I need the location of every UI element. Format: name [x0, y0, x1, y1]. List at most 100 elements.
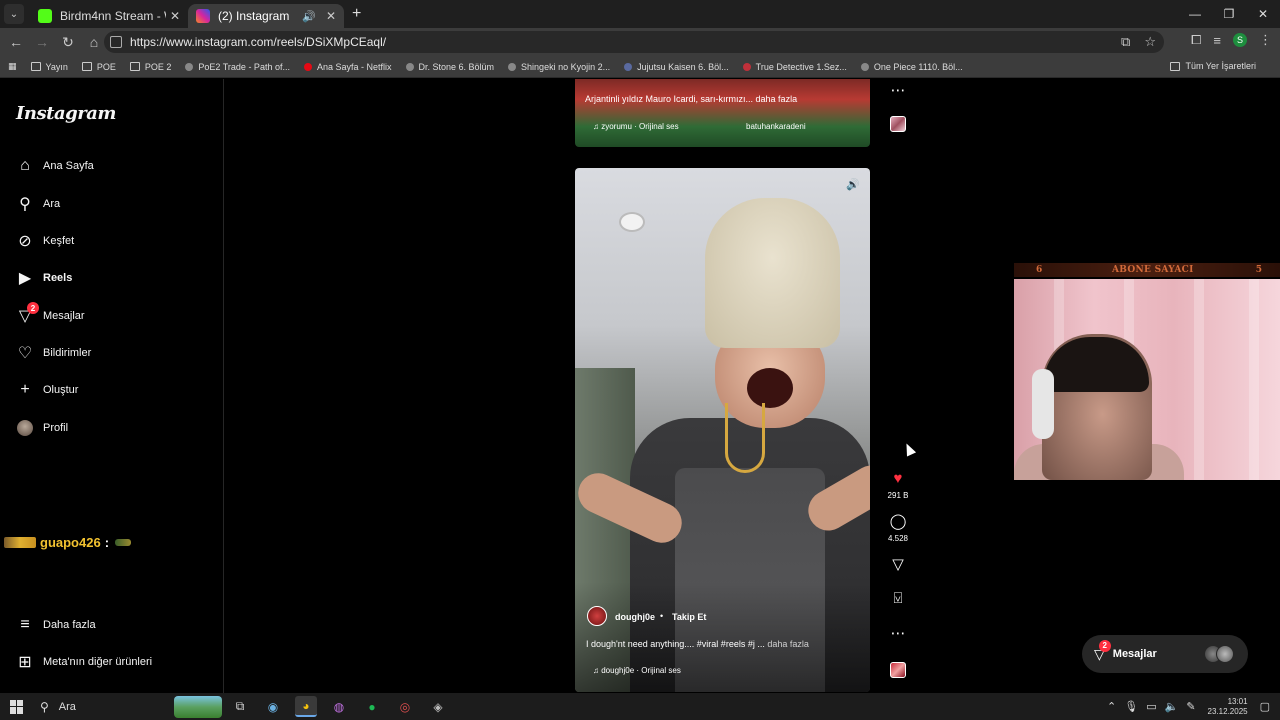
show-hidden-icons-icon[interactable]: ⌃	[1107, 700, 1116, 713]
clock[interactable]: 13:01 23.12.2025	[1208, 697, 1248, 717]
nav-reels[interactable]: ▶ Reels	[16, 269, 73, 287]
messages-pill[interactable]: ▽ 2 Mesajlar	[1082, 635, 1248, 673]
nav-messages[interactable]: ▽ 2 Mesajlar	[16, 302, 85, 325]
more-options-icon[interactable]: ⋯	[880, 83, 916, 101]
reel-overlay	[575, 582, 870, 692]
caption-text: I dough'nt need anything.... #viral #ree…	[586, 639, 765, 649]
bookmark-label: PoE2 Trade - Path of...	[198, 61, 290, 72]
bookmark-link[interactable]: One Piece 1110. Böl...	[860, 62, 963, 72]
bookmark-link[interactable]: Jujutsu Kaisen 6. Böl...	[624, 62, 729, 72]
spotify-icon[interactable]: ●	[361, 696, 383, 717]
address-bar[interactable]: https://www.instagram.com/reels/DSiXMpCE…	[104, 31, 1164, 53]
new-tab-icon[interactable]: +	[352, 5, 361, 23]
home-icon[interactable]: ⌂	[82, 34, 106, 50]
nav-notifications[interactable]: ♡ Bildirimler	[16, 344, 91, 362]
nav-create[interactable]: + Oluştur	[16, 381, 78, 399]
windows-start-icon[interactable]	[10, 699, 24, 714]
bookmark-link[interactable]: PoE2 Trade - Path of...	[185, 62, 290, 72]
more-options-icon[interactable]: ⋯	[880, 626, 916, 644]
comment-button[interactable]: ◯ 4.528	[880, 514, 916, 544]
reel-caption: Arjantinli yıldız Mauro Icardi, sarı-kır…	[585, 94, 798, 104]
instagram-logo[interactable]: Instagram	[16, 103, 116, 124]
bookmark-star-icon[interactable]: ☆	[1144, 34, 1156, 50]
previous-reel[interactable]: Arjantinli yıldız Mauro Icardi, sarı-kır…	[575, 79, 870, 147]
site-favicon-icon	[742, 62, 751, 71]
cast-icon[interactable]: ⧉	[1121, 34, 1130, 50]
restore-icon[interactable]: ❐	[1212, 0, 1246, 28]
system-tray: ⌃ 🎙 ▭ 🔈 ✎ 13:01 23.12.2025 ▢	[1107, 693, 1280, 720]
extensions-icon[interactable]: ⧠	[1191, 32, 1201, 48]
bookmark-folder[interactable]: Yayın	[30, 62, 68, 72]
headset-icon	[1032, 369, 1054, 439]
media-control-icon[interactable]: ≡	[1213, 33, 1221, 48]
close-tab-icon[interactable]: ✕	[326, 9, 336, 23]
reel-video[interactable]: 🔊 doughj0e • Takip Et I dough'nt need an…	[575, 168, 870, 692]
share-button[interactable]: ▽	[880, 557, 916, 575]
nav-search[interactable]: ⚲ Ara	[16, 195, 60, 213]
reel-audio[interactable]: ♫ doughj0e · Orijinal ses	[593, 666, 681, 675]
nav-more[interactable]: ≡ Daha fazla	[16, 616, 96, 634]
site-favicon-icon	[405, 62, 414, 71]
notifications-icon[interactable]: ▢	[1260, 700, 1270, 713]
chat-emote-icon	[115, 539, 132, 546]
task-view-icon[interactable]: ⧉	[229, 696, 251, 717]
steam-icon[interactable]: ◉	[262, 696, 284, 717]
like-button[interactable]: ♥ 291 B	[880, 471, 916, 501]
nav-profile[interactable]: Profil	[16, 419, 68, 437]
bookmark-folder[interactable]: POE 2	[129, 62, 171, 72]
tab-instagram[interactable]: (2) Instagram 🔊 ✕	[188, 4, 344, 28]
bookmark-folder[interactable]: POE	[81, 62, 116, 72]
nav-label: Daha fazla	[43, 619, 96, 631]
bookmark-link[interactable]: Ana Sayfa - Netflix	[303, 62, 392, 72]
reload-icon[interactable]: ↻	[56, 34, 80, 51]
menu-icon[interactable]: ⋮	[1259, 32, 1272, 48]
minimize-icon[interactable]: —	[1178, 0, 1212, 28]
reel-author-avatar[interactable]	[587, 606, 607, 626]
nav-label: Ara	[43, 198, 61, 210]
previous-reel-audio-thumb[interactable]	[880, 116, 916, 132]
taskbar-search[interactable]: ⚲ Ara	[32, 695, 222, 718]
apps-icon[interactable]: ▦	[8, 61, 17, 72]
nav-explore[interactable]: ⊘ Keşfet	[16, 232, 74, 250]
close-window-icon[interactable]: ✕	[1246, 0, 1280, 28]
back-icon[interactable]: ←	[4, 34, 28, 50]
forward-icon[interactable]: →	[30, 34, 54, 50]
pen-icon[interactable]: ✎	[1186, 700, 1195, 713]
save-button[interactable]: ⍌	[880, 591, 916, 609]
home-icon: ⌂	[20, 157, 30, 174]
microphone-icon[interactable]: 🎙	[1124, 700, 1138, 713]
app-icon[interactable]: ◈	[427, 696, 449, 717]
bookmark-label: Dr. Stone 6. Bölüm	[418, 61, 495, 72]
nav-meta-products[interactable]: ⊞ Meta'nın diğer ürünleri	[16, 653, 152, 671]
tab-search-icon[interactable]: ⌄	[4, 4, 24, 24]
streamer-webcam	[1014, 279, 1280, 480]
caption-more-link[interactable]: daha fazla	[767, 639, 809, 649]
tab-title: (2) Instagram	[218, 9, 290, 23]
chrome-icon[interactable]: ◕	[295, 696, 317, 717]
nav-label: Oluştur	[43, 384, 79, 396]
nav-home[interactable]: ⌂ Ana Sayfa	[16, 157, 94, 175]
follow-button[interactable]: Takip Et	[672, 612, 706, 622]
discord-icon[interactable]: ◍	[328, 696, 350, 717]
network-icon[interactable]: ▭	[1146, 700, 1156, 713]
bookmark-label: True Detective 1.Sez...	[755, 61, 847, 72]
bookmark-link[interactable]: True Detective 1.Sez...	[742, 61, 847, 72]
messenger-icon: ▽ 2	[1094, 639, 1111, 663]
profile-avatar[interactable]: S	[1233, 33, 1247, 47]
notification-badge: 2	[1098, 639, 1111, 652]
reel-username[interactable]: batuhankaradeni	[746, 122, 806, 131]
bookmark-link[interactable]: Shingeki no Kyojin 2...	[508, 62, 610, 72]
close-tab-icon[interactable]: ✕	[170, 9, 180, 23]
volume-icon[interactable]: 🔊	[844, 176, 862, 194]
audio-playing-icon[interactable]: 🔊	[302, 10, 316, 23]
volume-icon[interactable]: 🔈	[1165, 700, 1179, 713]
bookmark-link[interactable]: Dr. Stone 6. Bölüm	[405, 61, 495, 72]
reel-audio[interactable]: ♫ zyorumu · Orijinal ses	[593, 122, 679, 131]
site-info-icon[interactable]	[110, 36, 122, 48]
audio-thumbnail[interactable]	[880, 662, 916, 678]
all-bookmarks-folder[interactable]: Tüm Yer İşaretleri	[1170, 61, 1256, 71]
message-avatars	[1204, 645, 1236, 663]
reel-username[interactable]: doughj0e	[615, 612, 655, 622]
tab-birdm4nn[interactable]: Birdm4nn Stream - Watch Live ✕	[30, 4, 188, 28]
obs-icon[interactable]: ◎	[394, 696, 416, 717]
